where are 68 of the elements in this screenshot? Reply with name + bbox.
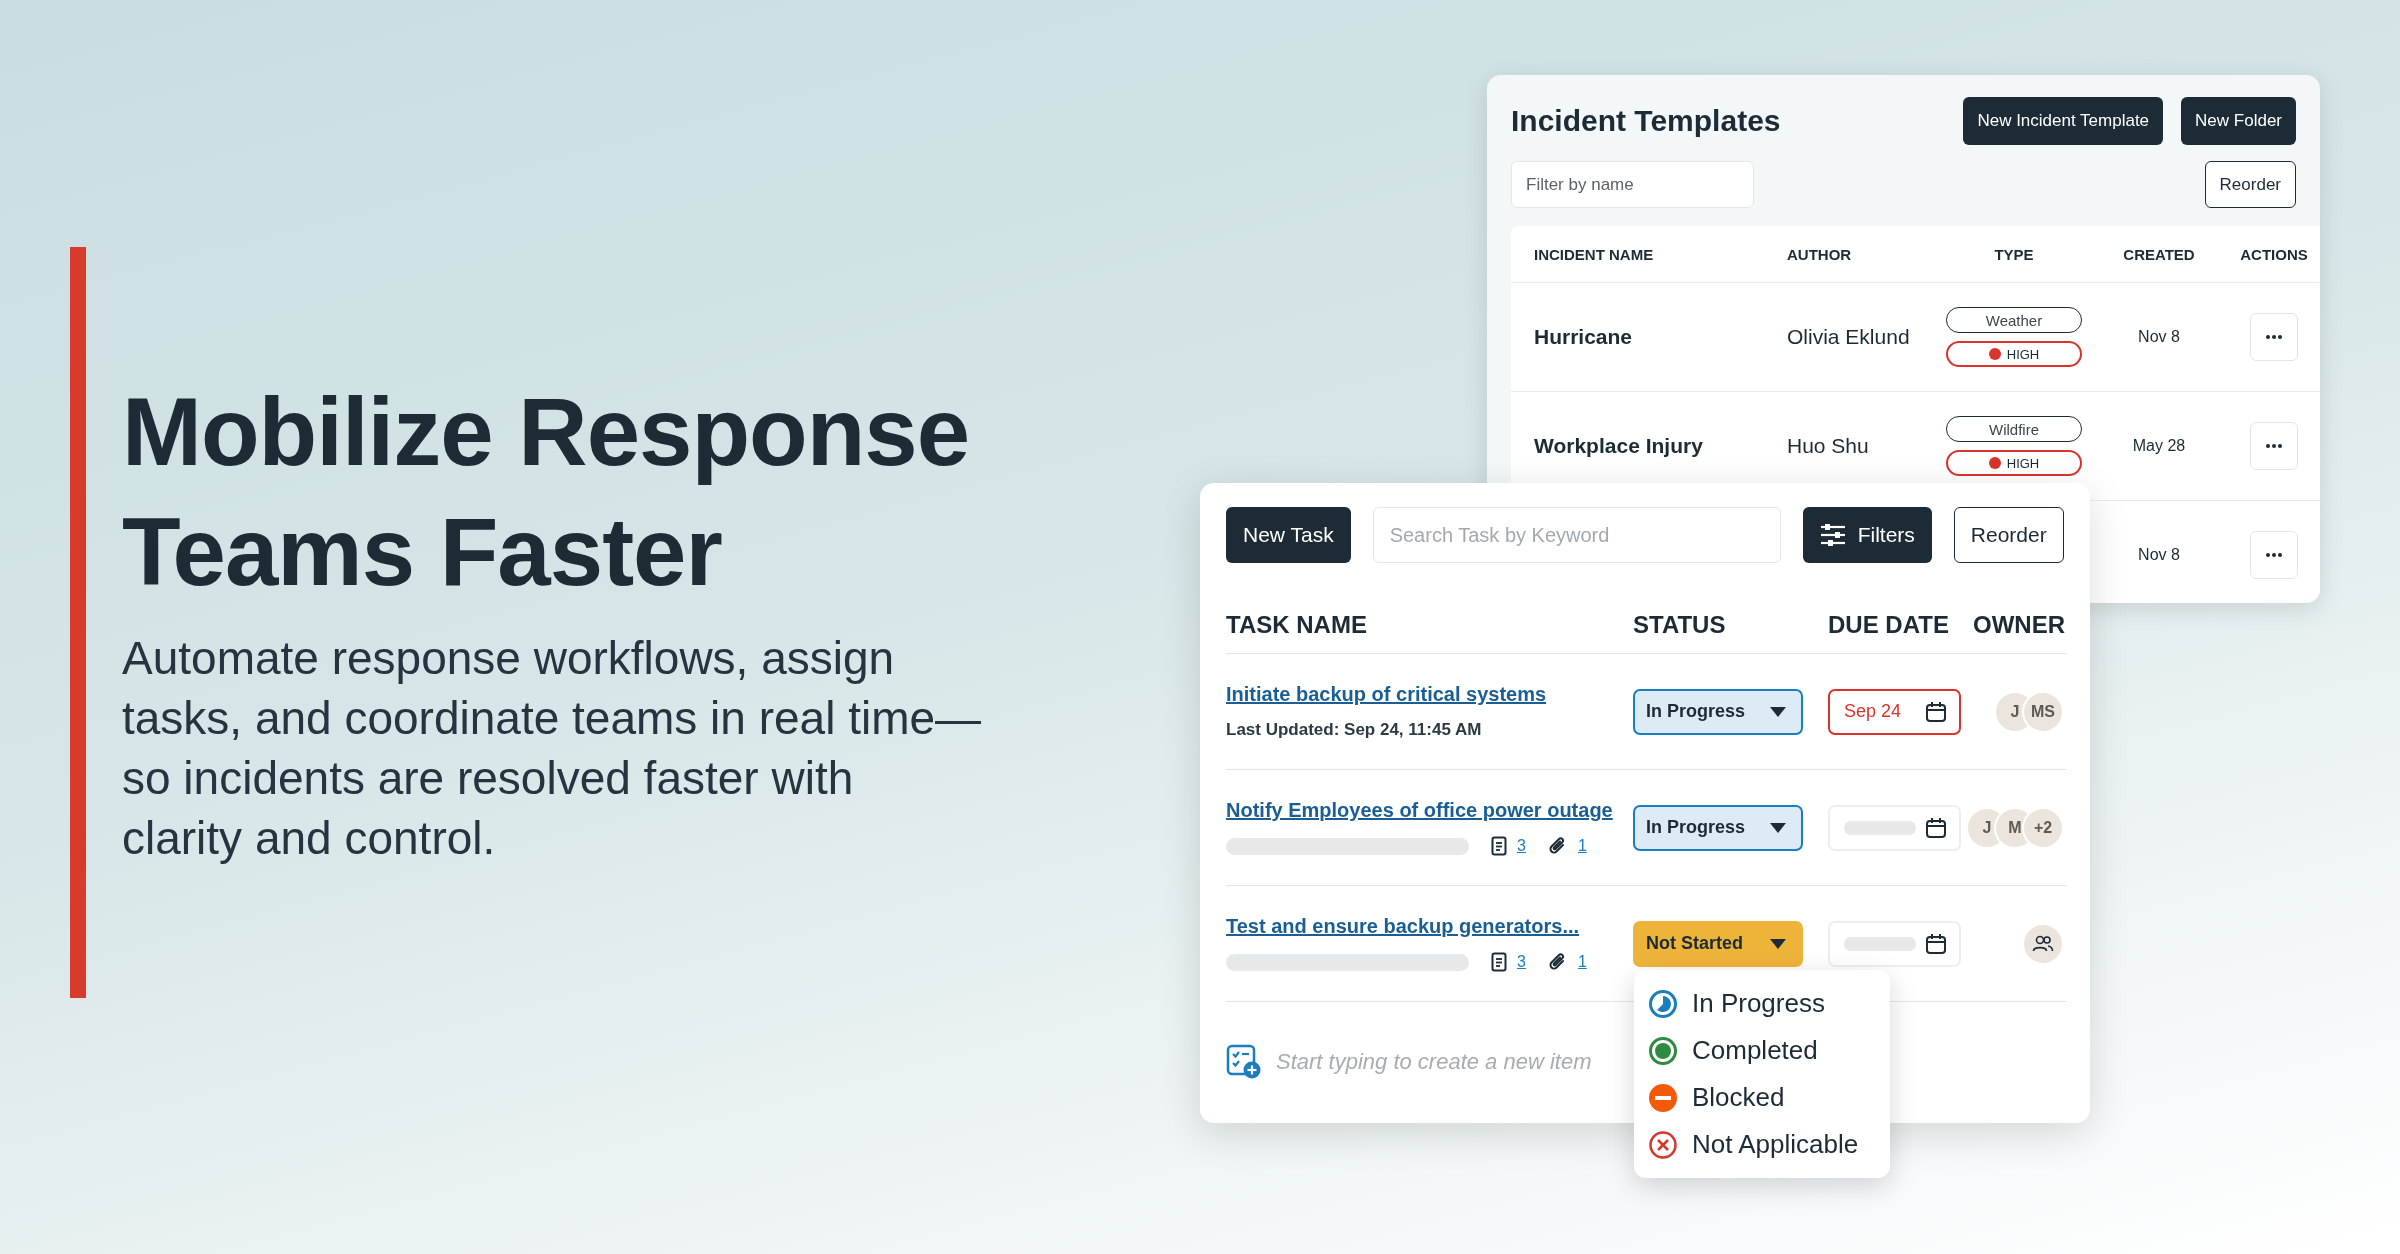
column-header: CREATED <box>2123 245 2195 263</box>
new-folder-button[interactable]: New Folder <box>2181 97 2296 145</box>
column-header: DUE DATE <box>1828 611 1950 639</box>
more-icon <box>2266 444 2282 448</box>
attachments-count-link[interactable]: 1 <box>1577 837 1587 855</box>
menu-item[interactable]: Not Applicable <box>1648 1123 1880 1166</box>
reorder-button[interactable]: Reorder <box>2204 161 2296 208</box>
status-dropdown[interactable]: In Progress <box>1633 688 1803 735</box>
column-header: TASK NAME <box>1226 611 1368 639</box>
column-header: STATUS <box>1633 611 1727 639</box>
incident-name: Hurricane <box>1534 325 1633 348</box>
caret-icon <box>1769 705 1787 718</box>
calendar-icon <box>1925 932 1947 955</box>
placeholder-bar <box>1844 936 1916 951</box>
new-task-button[interactable]: New Task <box>1226 507 1351 563</box>
caret-icon <box>1769 821 1787 834</box>
column-header: ACTIONS <box>2240 245 2308 263</box>
menu-item[interactable]: Blocked <box>1648 1076 1880 1119</box>
incident-name: Workplace Injury <box>1534 434 1703 457</box>
severity-tag: HIGH <box>1946 450 2082 476</box>
task-link[interactable]: Test and ensure backup generators... <box>1226 915 1633 938</box>
blocked-icon <box>1648 1082 1678 1113</box>
in-progress-icon <box>1648 988 1678 1019</box>
author-name: Huo Shu <box>1787 434 1869 457</box>
column-header: TYPE <box>1994 245 2034 263</box>
column-header: INCIDENT NAME <box>1533 245 1655 263</box>
people-icon <box>2032 934 2054 953</box>
last-updated-text: Last Updated: Sep 24, 11:45 AM <box>1226 720 1483 740</box>
author-name: Olivia Eklund <box>1787 325 1910 348</box>
status-dropdown[interactable]: In Progress <box>1633 804 1803 851</box>
filters-button[interactable]: Filters <box>1802 507 1932 563</box>
task-link[interactable]: Notify Employees of office power outage <box>1226 799 1633 822</box>
menu-item[interactable]: Completed <box>1648 1029 1880 1072</box>
attachments-count-link[interactable]: 1 <box>1577 953 1587 971</box>
created-date: Nov 8 <box>2138 328 2180 345</box>
description: Automate response workflows, assign tasks, and coordinate teams in real time—so incidents are resolved faster with clarity and control. <box>122 631 982 866</box>
not-applicable-icon <box>1648 1129 1678 1160</box>
more-icon <box>2266 553 2282 557</box>
created-date: May 28 <box>2132 437 2186 454</box>
filter-field[interactable]: Filter by name <box>1511 161 1754 208</box>
notes-count-link[interactable]: 3 <box>1517 953 1526 971</box>
calendar-icon <box>1925 816 1947 839</box>
severity-tag: HIGH <box>1946 341 2082 367</box>
notes-count-link[interactable]: 3 <box>1517 837 1526 855</box>
date-field[interactable]: Sep 24 <box>1828 688 1961 735</box>
search-field[interactable]: Search Task by Keyword <box>1372 507 1781 563</box>
new-template-button[interactable]: New Incident Template <box>1963 97 2164 145</box>
filter-icon <box>1819 523 1846 547</box>
reorder-button[interactable]: Reorder <box>1953 507 2064 563</box>
headline: Mobilize Response Teams Faster <box>122 377 971 607</box>
more-icon <box>2266 335 2282 339</box>
avatar: +2 <box>2022 806 2064 849</box>
completed-icon <box>1648 1035 1678 1066</box>
task-link[interactable]: Initiate backup of critical systems <box>1226 683 1633 706</box>
created-date: Nov 8 <box>2138 546 2180 563</box>
checklist-add-icon <box>1226 1044 1262 1080</box>
caret-icon <box>1769 937 1787 950</box>
document-icon <box>1491 836 1507 856</box>
column-header: OWNER <box>1973 611 2064 639</box>
status-dropdown[interactable]: Not Started <box>1633 920 1803 967</box>
menu-item[interactable]: In Progress <box>1648 982 1880 1025</box>
placeholder-bar <box>1844 820 1916 835</box>
calendar-icon <box>1925 700 1947 723</box>
card-title: Incident Templates <box>1511 104 1782 138</box>
document-icon <box>1491 952 1507 972</box>
date-field[interactable] <box>1828 920 1961 967</box>
column-header: AUTHOR <box>1786 245 1853 263</box>
date-field[interactable] <box>1828 804 1961 851</box>
